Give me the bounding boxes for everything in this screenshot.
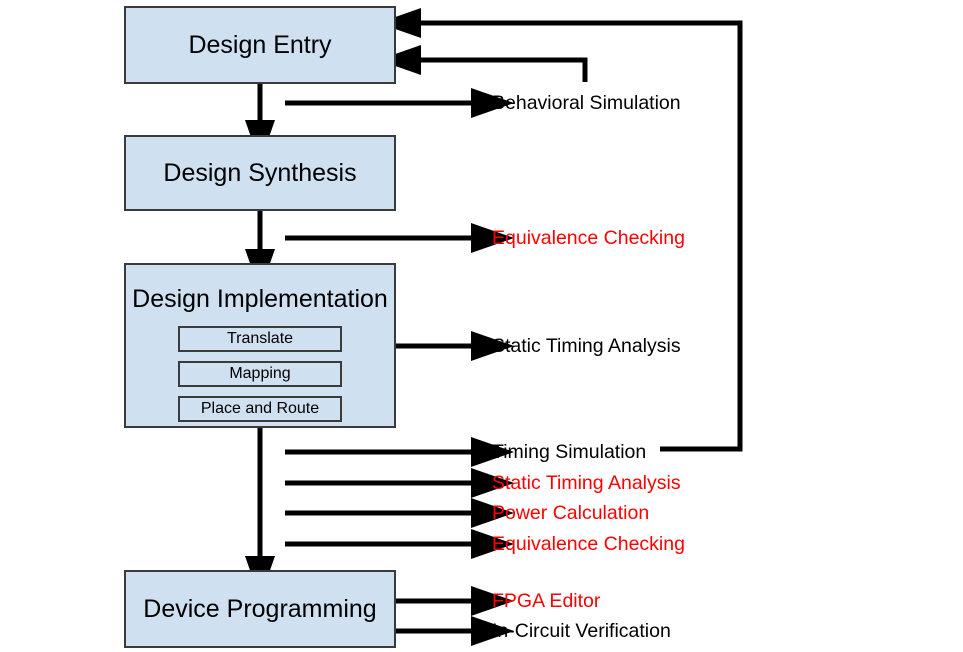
label-static-timing-analysis-post: Static Timing Analysis [492, 472, 681, 494]
substep-label-place-and-route: Place and Route [200, 400, 320, 418]
fpga-design-flow-diagram: Design Entry Design Synthesis Design Imp… [0, 0, 963, 652]
stage-box-device-programming[interactable]: Device Programming [124, 570, 396, 648]
label-equivalence-checking-synthesis: Equivalence Checking [492, 227, 685, 249]
substep-label-mapping: Mapping [229, 365, 291, 383]
stage-box-design-implementation[interactable]: Design Implementation Translate Mapping … [124, 263, 396, 428]
substep-place-and-route[interactable]: Place and Route [178, 396, 342, 423]
label-behavioral-simulation: Behavioral Simulation [492, 92, 681, 114]
substep-translate[interactable]: Translate [178, 326, 342, 353]
stage-box-design-synthesis[interactable]: Design Synthesis [124, 135, 396, 211]
label-equivalence-checking-post: Equivalence Checking [492, 533, 685, 555]
label-in-circuit-verification: In-Circuit Verification [492, 620, 671, 642]
stage-label-design-implementation: Design Implementation [132, 285, 388, 313]
substep-mapping[interactable]: Mapping [178, 361, 342, 388]
stage-box-design-entry[interactable]: Design Entry [124, 6, 396, 84]
label-power-calculation: Power Calculation [492, 502, 650, 524]
stage-label-device-programming: Device Programming [143, 594, 377, 623]
stage-label-design-entry: Design Entry [188, 30, 332, 59]
label-fpga-editor: FPGA Editor [492, 590, 601, 612]
substep-label-translate: Translate [226, 330, 294, 348]
label-static-timing-analysis-impl: Static Timing Analysis [492, 335, 681, 357]
label-timing-simulation: Timing Simulation [492, 441, 647, 463]
feedback-behavioral-simulation-to-entry [378, 45, 588, 82]
stage-label-design-synthesis: Design Synthesis [163, 158, 357, 187]
